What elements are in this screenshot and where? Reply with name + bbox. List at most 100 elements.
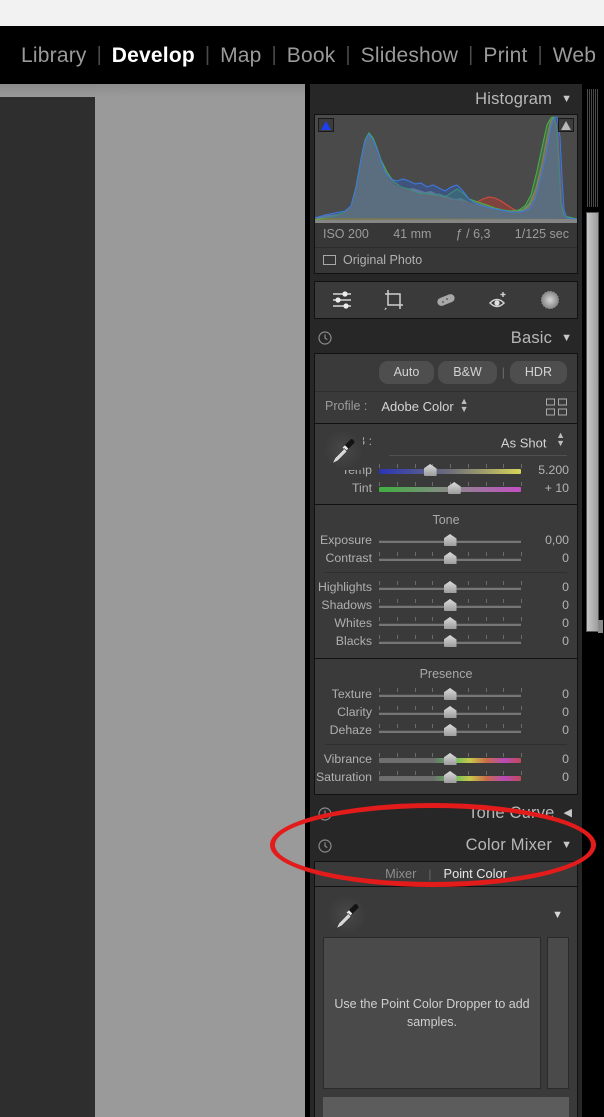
whites-value[interactable]: 0	[521, 616, 569, 630]
auto-tone-button[interactable]: Auto	[378, 361, 435, 384]
profile-value[interactable]: Adobe Color	[381, 399, 453, 414]
wb-value[interactable]: As Shot	[501, 435, 547, 450]
slider-row-shadows[interactable]: Shadows 0	[315, 596, 577, 614]
shadows-value[interactable]: 0	[521, 598, 569, 612]
histogram-title: Histogram	[475, 89, 553, 108]
slider-row-contrast[interactable]: Contrast 0	[315, 549, 577, 567]
tone-section-title: Tone	[432, 512, 460, 527]
point-color-empty-message: Use the Point Color Dropper to add sampl…	[334, 996, 530, 1029]
right-panel-scrollbar[interactable]	[586, 212, 599, 632]
tone-section: Tone Exposure 0,00 Contrast 0 Highlights…	[315, 503, 577, 658]
exposure-value[interactable]: 0,00	[521, 533, 569, 547]
whites-slider-track[interactable]	[379, 616, 522, 630]
tone-divider	[325, 571, 567, 573]
red-eye-correction-icon[interactable]	[487, 289, 509, 311]
panel-resize-grip[interactable]	[587, 89, 598, 207]
tab-point-color[interactable]: Point Color	[444, 866, 507, 881]
stepper-icon[interactable]: ▲ ▼	[460, 396, 469, 414]
radial-gradient-icon[interactable]	[539, 289, 561, 311]
point-color-side-strip[interactable]	[547, 936, 569, 1089]
stepper-icon[interactable]: ▲ ▼	[556, 430, 565, 448]
point-color-sample-area[interactable]: Use the Point Color Dropper to add sampl…	[323, 936, 541, 1089]
clarity-value[interactable]: 0	[521, 705, 569, 719]
slider-row-vibrance[interactable]: Vibrance 0	[315, 750, 577, 768]
slider-row-exposure[interactable]: Exposure 0,00	[315, 531, 577, 549]
module-picker-bar: Library | Develop | Map | Book | Slidesh…	[0, 26, 604, 84]
shadow-clipping-indicator[interactable]	[318, 118, 334, 132]
histogram-metadata: ISO 200 41 mm ƒ / 6,3 1/125 sec	[315, 223, 577, 247]
basic-panel-header[interactable]: Basic ▼	[310, 323, 582, 353]
shadows-slider-track[interactable]	[379, 598, 522, 612]
iso-value: ISO 200	[323, 227, 369, 241]
slider-row-saturation[interactable]: Saturation 0	[315, 768, 577, 786]
histogram-header[interactable]: Histogram ▼	[310, 84, 582, 114]
module-separator: |	[96, 43, 102, 66]
module-library[interactable]: Library	[12, 45, 96, 66]
temp-value[interactable]: 5.200	[521, 463, 569, 477]
original-photo-row[interactable]: Original Photo	[315, 247, 577, 273]
slider-row-blacks[interactable]: Blacks 0	[315, 632, 577, 650]
slider-row-clarity[interactable]: Clarity 0	[315, 703, 577, 721]
slider-row-highlights[interactable]: Highlights 0	[315, 578, 577, 596]
tint-slider-track[interactable]	[379, 481, 522, 495]
slider-row-whites[interactable]: Whites 0	[315, 614, 577, 632]
color-mixer-header[interactable]: Color Mixer ▼	[310, 830, 582, 861]
slider-row-dehaze[interactable]: Dehaze 0	[315, 721, 577, 739]
highlight-clipping-indicator[interactable]	[558, 118, 574, 132]
dehaze-value[interactable]: 0	[521, 723, 569, 737]
tint-value[interactable]: + 10	[521, 481, 569, 495]
hdr-button[interactable]: HDR	[509, 361, 567, 384]
panel-switch-icon[interactable]	[318, 807, 332, 821]
saturation-value[interactable]: 0	[521, 770, 569, 784]
module-book[interactable]: Book	[278, 45, 345, 66]
point-color-bottom-bar[interactable]	[323, 1096, 569, 1117]
chevron-down-icon[interactable]: ▼	[561, 840, 572, 851]
vibrance-value[interactable]: 0	[521, 752, 569, 766]
point-color-eyedropper-icon[interactable]	[327, 894, 367, 935]
histogram-plot[interactable]	[315, 115, 577, 223]
spot-removal-icon[interactable]	[435, 289, 457, 311]
white-balance-eyedropper-icon[interactable]	[323, 429, 363, 470]
module-web[interactable]: Web	[544, 45, 604, 66]
tone-curve-title: Tone Curve	[468, 804, 555, 823]
original-photo-checkbox-icon[interactable]	[323, 255, 336, 265]
image-canvas[interactable]	[95, 84, 305, 1117]
chevron-down-icon[interactable]: ▼	[561, 332, 572, 344]
tab-mixer[interactable]: Mixer	[385, 866, 416, 881]
exposure-slider-track[interactable]	[379, 533, 521, 547]
texture-slider-track[interactable]	[379, 687, 522, 701]
exposure-slider-knob[interactable]	[443, 533, 457, 546]
highlights-slider-track[interactable]	[379, 580, 522, 594]
original-photo-label: Original Photo	[343, 253, 423, 267]
adjustment-brush-icon[interactable]	[331, 289, 353, 311]
highlights-value[interactable]: 0	[521, 580, 569, 594]
temp-slider-track[interactable]	[379, 463, 522, 477]
canvas-top-shadow	[95, 84, 305, 97]
panel-switch-icon[interactable]	[318, 331, 332, 345]
vibrance-slider-track[interactable]	[379, 752, 522, 766]
module-develop[interactable]: Develop	[103, 45, 204, 66]
module-map[interactable]: Map	[211, 45, 270, 66]
crop-overlay-icon[interactable]	[383, 289, 405, 311]
contrast-value[interactable]: 0	[521, 551, 569, 565]
tone-curve-header[interactable]: Tone Curve ◀	[310, 798, 582, 829]
point-color-disclosure-icon[interactable]: ▼	[552, 909, 563, 921]
profile-browser-grid-icon[interactable]	[546, 398, 567, 416]
dehaze-slider-track[interactable]	[379, 723, 522, 737]
saturation-slider-track[interactable]	[379, 770, 522, 784]
blacks-slider-track[interactable]	[379, 634, 522, 648]
texture-value[interactable]: 0	[521, 687, 569, 701]
module-slideshow[interactable]: Slideshow	[352, 45, 468, 66]
contrast-slider-track[interactable]	[379, 551, 522, 565]
slider-row-texture[interactable]: Texture 0	[315, 685, 577, 703]
slider-row-tint[interactable]: Tint + 10	[315, 479, 577, 497]
blacks-value[interactable]: 0	[521, 634, 569, 648]
module-print[interactable]: Print	[474, 45, 536, 66]
chevron-down-icon[interactable]: ▼	[561, 93, 572, 105]
bw-button[interactable]: B&W	[438, 361, 497, 384]
highlights-label: Highlights	[318, 579, 372, 594]
panel-switch-icon[interactable]	[318, 839, 332, 853]
clarity-slider-track[interactable]	[379, 705, 522, 719]
chevron-left-icon[interactable]: ◀	[564, 808, 572, 819]
basic-panel-body: Auto B&W | HDR Profile : Adobe Color ▲▼	[314, 353, 578, 795]
